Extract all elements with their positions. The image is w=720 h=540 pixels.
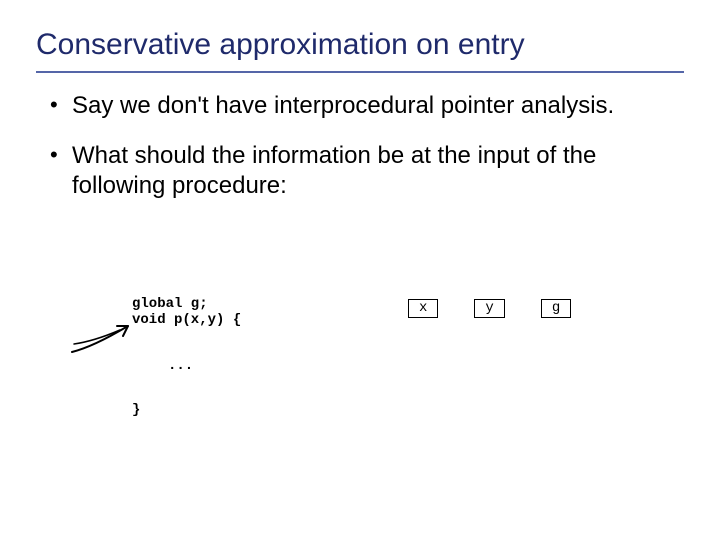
bullet-item: Say we don't have interprocedural pointe…: [46, 91, 684, 121]
code-line-close: }: [132, 402, 140, 418]
arrow-annotation: [70, 318, 150, 358]
title-underline: [36, 71, 684, 73]
slide: Conservative approximation on entry Say …: [0, 0, 720, 540]
bullet-item: What should the information be at the in…: [46, 141, 684, 201]
variable-box-y: y: [474, 299, 504, 318]
bullet-list: Say we don't have interprocedural pointe…: [46, 91, 684, 201]
variable-box-g: g: [541, 299, 571, 318]
variable-boxes: x y g: [408, 299, 571, 318]
code-line-body: ...: [168, 358, 193, 374]
arrow-icon: [70, 318, 150, 358]
slide-title: Conservative approximation on entry: [36, 28, 684, 63]
variable-box-x: x: [408, 299, 438, 318]
code-line-decl: global g;: [132, 296, 241, 312]
